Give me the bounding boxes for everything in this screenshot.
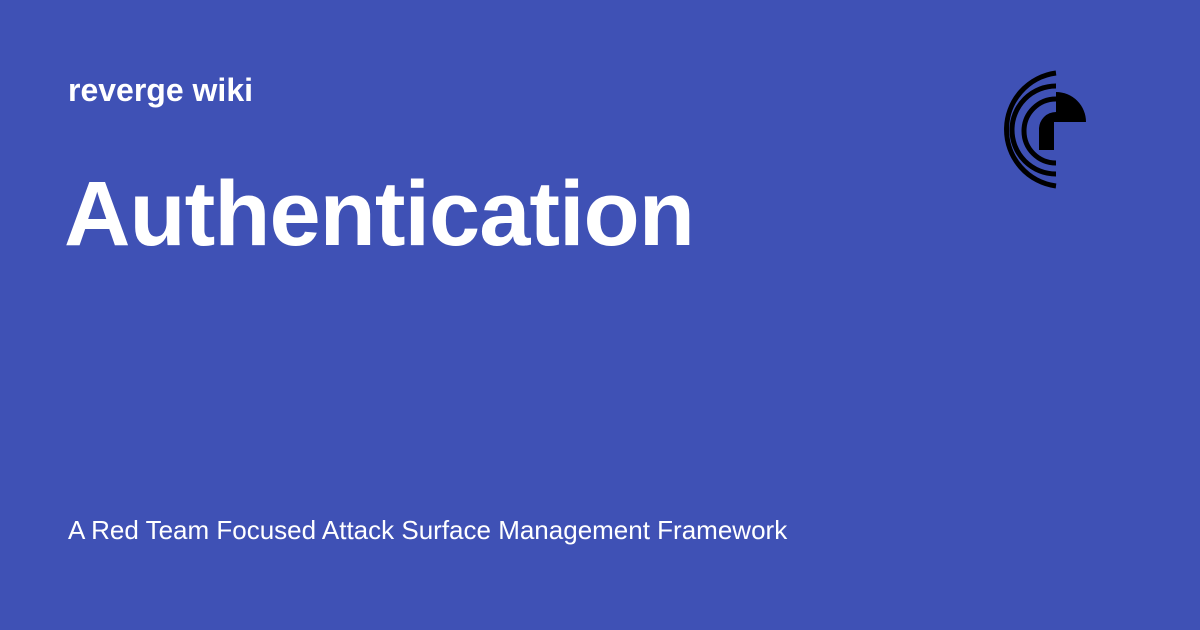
page-title: Authentication <box>64 163 695 265</box>
social-card: reverge wiki Authentication A Red Team F… <box>0 0 1200 630</box>
site-name: reverge wiki <box>68 72 253 108</box>
page-description: A Red Team Focused Attack Surface Manage… <box>68 515 788 545</box>
reverge-logo-icon <box>1004 70 1086 189</box>
